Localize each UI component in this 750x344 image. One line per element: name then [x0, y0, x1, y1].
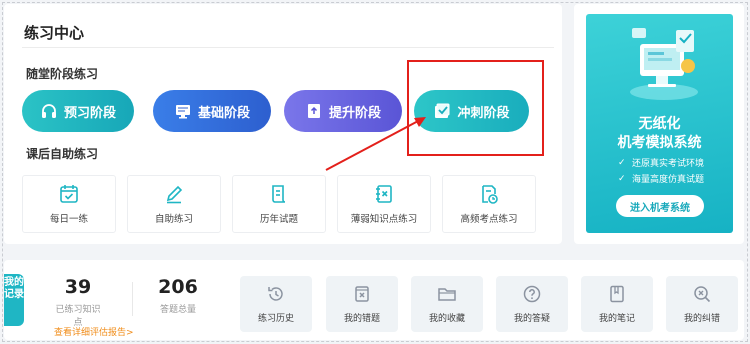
upload-doc-icon [305, 102, 323, 120]
advance-stage-button[interactable]: 提升阶段 [284, 90, 402, 132]
promo-feature-1: ✓ 还原真实考试环境 [618, 156, 705, 170]
notebook-icon [610, 285, 624, 303]
self-practice-tile[interactable]: 自助练习 [127, 175, 221, 233]
page-title: 练习中心 [24, 24, 85, 42]
advance-stage-label: 提升阶段 [328, 105, 381, 121]
my-favorites-label: 我的收藏 [428, 314, 465, 324]
my-wrong-questions-label: 我的错题 [343, 314, 380, 324]
high-frequency-tile[interactable]: 高频考点练习 [442, 175, 536, 233]
my-records-tab[interactable]: 我的记录 [4, 274, 24, 326]
promo-feature-2: ✓ 海量高度仿真试题 [618, 172, 705, 186]
book-x-icon [376, 185, 392, 203]
practice-history-label: 练习历史 [257, 314, 294, 324]
practiced-points-stat: 39 已练习知识点 [52, 276, 104, 328]
wrong-book-icon [355, 286, 369, 302]
calendar-check-icon [60, 185, 78, 203]
promo-feature-2-label: 海量高度仿真试题 [632, 175, 705, 185]
weak-points-label: 薄弱知识点练习 [350, 214, 418, 225]
check-icon: ✓ [618, 157, 626, 168]
high-frequency-label: 高频考点练习 [460, 214, 518, 225]
history-icon [268, 287, 283, 301]
preview-stage-label: 预习阶段 [63, 105, 116, 121]
promo-title-line1: 无纸化 [638, 116, 681, 132]
preview-stage-button[interactable]: 预习阶段 [22, 90, 134, 132]
practiced-points-value: 39 [64, 276, 92, 298]
folder-icon [438, 288, 456, 301]
self-practice-label: 自助练习 [154, 214, 193, 225]
practice-center-card: 练习中心 随堂阶段练习 预习阶段 基础阶段 提升阶段 冲刺阶段 课后自助练习 每… [4, 4, 562, 244]
my-corrections-tile[interactable]: 我的纠错 [666, 276, 738, 332]
my-qa-tile[interactable]: 我的答疑 [496, 276, 568, 332]
doc-clock-icon [482, 185, 498, 204]
basic-stage-button[interactable]: 基础阶段 [153, 90, 271, 132]
my-records-panel: 我的记录 39 已练习知识点 206 答题总量 查看详细评估报告> 练习历史 我… [4, 260, 744, 340]
promo-feature-1-label: 还原真实考试环境 [632, 159, 705, 169]
pencil-icon [166, 185, 183, 204]
my-favorites-tile[interactable]: 我的收藏 [411, 276, 483, 332]
promo-title-line2: 机考模拟系统 [617, 135, 702, 151]
daily-practice-tile[interactable]: 每日一练 [22, 175, 116, 233]
my-wrong-questions-tile[interactable]: 我的错题 [326, 276, 398, 332]
total-answers-value: 206 [158, 276, 198, 298]
title-divider [22, 47, 554, 48]
mock-exam-promo-card: 无纸化 机考模拟系统 ✓ 还原真实考试环境 ✓ 海量高度仿真试题 进入机考系统 [574, 4, 744, 244]
question-icon [523, 285, 541, 303]
weak-points-tile[interactable]: 薄弱知识点练习 [337, 175, 431, 233]
past-exams-label: 历年试题 [259, 214, 298, 225]
headphones-icon [40, 102, 58, 120]
computer-illustration-icon [630, 28, 698, 100]
my-qa-label: 我的答疑 [513, 314, 550, 324]
stat-divider [132, 282, 133, 316]
detailed-report-link[interactable]: 查看详细评估报告> [54, 325, 134, 338]
check-icon: ✓ [618, 173, 626, 184]
total-answers-label: 答题总量 [159, 305, 196, 315]
monitor-icon [174, 102, 192, 120]
in-class-practice-heading: 随堂阶段练习 [26, 67, 99, 81]
promo-banner: 无纸化 机考模拟系统 ✓ 还原真实考试环境 ✓ 海量高度仿真试题 进入机考系统 [586, 14, 733, 233]
past-exams-tile[interactable]: 历年试题 [232, 175, 326, 233]
basic-stage-label: 基础阶段 [197, 105, 250, 121]
scroll-doc-icon [272, 185, 286, 203]
enter-mock-exam-button[interactable]: 进入机考系统 [616, 195, 704, 217]
practice-history-tile[interactable]: 练习历史 [240, 276, 312, 332]
total-answers-stat: 206 答题总量 [152, 276, 204, 315]
my-notes-tile[interactable]: 我的笔记 [581, 276, 653, 332]
after-class-practice-heading: 课后自助练习 [26, 147, 99, 161]
annotation-highlight-box [407, 60, 544, 156]
daily-practice-label: 每日一练 [49, 214, 88, 225]
my-notes-label: 我的笔记 [598, 314, 635, 324]
search-x-icon [694, 286, 711, 303]
my-corrections-label: 我的纠错 [683, 314, 720, 324]
